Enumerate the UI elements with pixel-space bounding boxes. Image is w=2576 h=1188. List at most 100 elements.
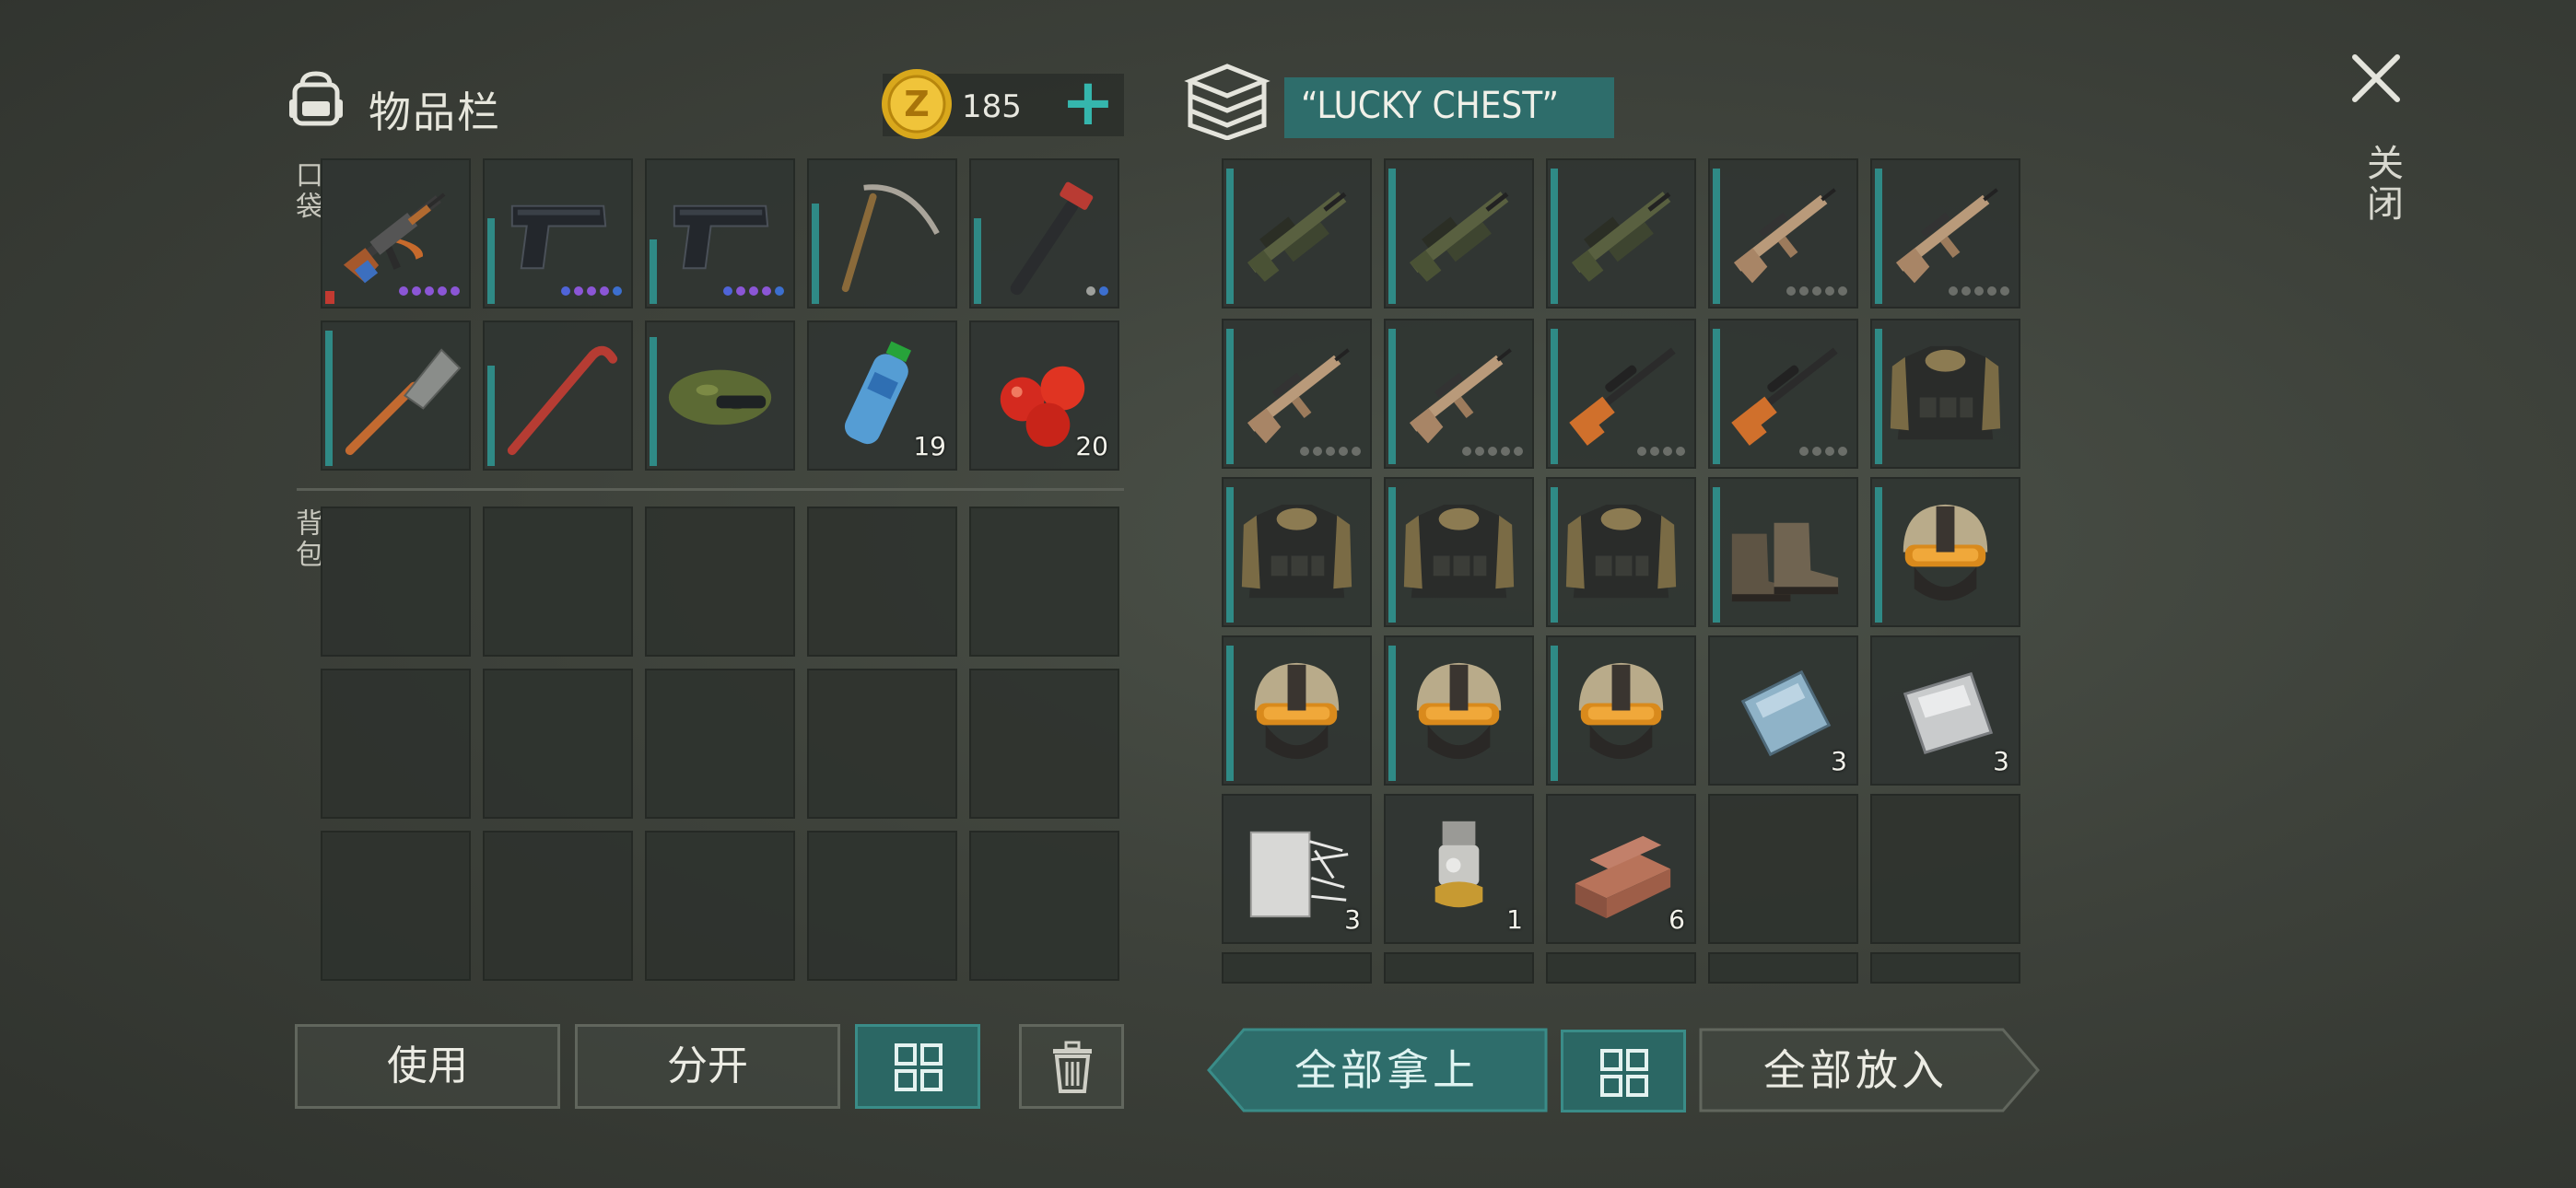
backpack-empty-slot[interactable]: [969, 831, 1119, 981]
orange-sniper-rifle-icon: [1731, 347, 1838, 446]
chest-empty-slot[interactable]: [1708, 952, 1858, 984]
pocket-slot[interactable]: [483, 158, 633, 309]
crowbar-icon: [507, 345, 618, 456]
trash-button[interactable]: [1019, 1024, 1124, 1109]
upgrade-dot: [1339, 447, 1348, 456]
chest-slot[interactable]: 6: [1546, 794, 1696, 944]
upgrade-dots: [561, 286, 622, 297]
grenade-launcher-rifle-icon: [1572, 192, 1671, 282]
backpack-empty-slot[interactable]: [645, 507, 795, 657]
grid-sort-icon: [1600, 1049, 1648, 1097]
upgrade-dot: [1676, 447, 1685, 456]
item-count: 3: [1344, 904, 1361, 935]
backpack-empty-slot[interactable]: [645, 831, 795, 981]
upgrade-dots: [1786, 286, 1847, 297]
backpack-empty-slot[interactable]: [321, 507, 471, 657]
backpack-empty-slot[interactable]: [645, 669, 795, 819]
chest-empty-slot[interactable]: [1546, 952, 1696, 984]
pocket-slot[interactable]: [645, 320, 795, 471]
chest-empty-slot[interactable]: [1870, 794, 2020, 944]
chest-slot[interactable]: [1870, 477, 2020, 627]
chest-slot[interactable]: 1: [1384, 794, 1534, 944]
upgrade-dot: [1637, 447, 1646, 456]
sort-inventory-button[interactable]: [855, 1024, 980, 1109]
upgrade-dot: [451, 286, 460, 296]
upgrade-dots: [1300, 447, 1361, 458]
backpack-empty-slot[interactable]: [807, 831, 957, 981]
chest-slot[interactable]: [1384, 319, 1534, 469]
upgrade-dot: [412, 286, 421, 296]
item-count: 1: [1506, 904, 1523, 935]
upgrade-dot: [723, 286, 732, 296]
split-button[interactable]: 分开: [575, 1024, 840, 1109]
backpack-empty-slot[interactable]: [969, 507, 1119, 657]
pocket-slot[interactable]: [483, 320, 633, 471]
chest-empty-slot[interactable]: [1870, 952, 2020, 984]
chest-slot[interactable]: [1870, 158, 2020, 309]
shovel-icon: [345, 348, 462, 456]
chest-slot[interactable]: [1708, 319, 1858, 469]
hammer-icon: [1010, 181, 1094, 296]
upgrade-dot: [1961, 286, 1971, 296]
backpack-empty-slot[interactable]: [321, 669, 471, 819]
chest-slot[interactable]: [1384, 477, 1534, 627]
upgrade-dot: [1514, 447, 1523, 456]
backpack-empty-slot[interactable]: [807, 507, 957, 657]
put-all-button[interactable]: 全部放入: [1699, 1028, 2040, 1112]
chest-slot[interactable]: [1708, 477, 1858, 627]
upgrade-dots: [399, 286, 460, 297]
chest-slot[interactable]: [1384, 635, 1534, 786]
chest-slot[interactable]: [1222, 477, 1372, 627]
grenade-launcher-rifle-icon: [1247, 192, 1347, 282]
upgrade-dot: [1086, 286, 1095, 296]
chest-slot[interactable]: [1546, 635, 1696, 786]
close-label[interactable]: 关闭: [2355, 144, 2408, 225]
chest-slot[interactable]: [1546, 477, 1696, 627]
chest-slot[interactable]: [1222, 319, 1372, 469]
upgrade-dot: [1799, 286, 1809, 296]
chest-slot[interactable]: [1708, 158, 1858, 309]
chest-empty-slot[interactable]: [1222, 952, 1372, 984]
add-coins-button[interactable]: +: [1058, 70, 1118, 134]
pocket-slot[interactable]: 20: [969, 320, 1119, 471]
upgrade-dot: [1786, 286, 1796, 296]
item-count: 20: [1075, 431, 1108, 461]
pocket-slot[interactable]: [645, 158, 795, 309]
sort-chest-button[interactable]: [1561, 1030, 1686, 1112]
upgrade-dot: [1949, 286, 1958, 296]
chest-slot[interactable]: 3: [1708, 635, 1858, 786]
use-button[interactable]: 使用: [295, 1024, 560, 1109]
pocket-slot[interactable]: [321, 158, 471, 309]
take-all-button[interactable]: 全部拿上: [1207, 1028, 1548, 1112]
chest-slot[interactable]: 3: [1222, 794, 1372, 944]
backpack-empty-slot[interactable]: [483, 669, 633, 819]
chest-slot[interactable]: [1870, 319, 2020, 469]
close-icon[interactable]: [2348, 50, 2405, 107]
pocket-slot[interactable]: [807, 158, 957, 309]
backpack-empty-slot[interactable]: [483, 507, 633, 657]
backpack-empty-slot[interactable]: [969, 669, 1119, 819]
upgrade-dot: [775, 286, 784, 296]
tan-rifle-icon: [1410, 348, 1512, 444]
chest-slot[interactable]: [1222, 158, 1372, 309]
upgrade-dot: [1326, 447, 1335, 456]
pocket-slot[interactable]: [321, 320, 471, 471]
backpack-empty-slot[interactable]: [807, 669, 957, 819]
pocket-slot[interactable]: [969, 158, 1119, 309]
item-count: 3: [1993, 746, 2009, 776]
chest-slot[interactable]: [1546, 158, 1696, 309]
pocket-slot[interactable]: 19: [807, 320, 957, 471]
backpack-empty-slot[interactable]: [483, 831, 633, 981]
upgrade-dot: [1825, 286, 1834, 296]
chest-slot[interactable]: 3: [1870, 635, 2020, 786]
chest-empty-slot[interactable]: [1384, 952, 1534, 984]
chest-slot[interactable]: [1546, 319, 1696, 469]
chest-slot[interactable]: [1222, 635, 1372, 786]
tan-rifle-icon: [1734, 188, 1836, 284]
chest-empty-slot[interactable]: [1708, 794, 1858, 944]
backpack-empty-slot[interactable]: [321, 831, 471, 981]
chest-slot[interactable]: [1384, 158, 1534, 309]
tactical-vest-icon: [1241, 504, 1352, 599]
upgrade-dot: [1974, 286, 1984, 296]
orange-sniper-rifle-icon: [1569, 347, 1676, 446]
